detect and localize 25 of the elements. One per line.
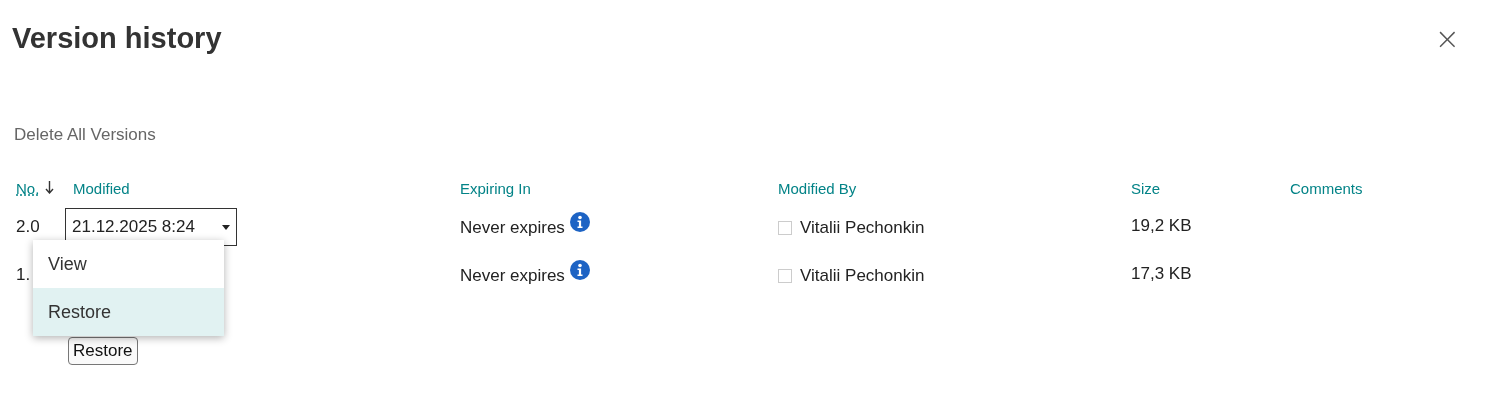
dialog-title: Version history: [12, 22, 222, 55]
version-number: 1.: [16, 265, 31, 285]
checkbox[interactable]: [778, 269, 792, 283]
column-header[interactable]: Modified By: [778, 179, 857, 197]
delete-all-link[interactable]: Delete All Versions: [14, 125, 156, 145]
checkbox[interactable]: [778, 221, 792, 235]
user-name[interactable]: Vitalii Pechonkin: [800, 266, 925, 286]
file-size: 19,2 KB: [1131, 215, 1193, 237]
expiry-text: Never expires: [460, 218, 565, 238]
info-icon[interactable]: [569, 212, 590, 232]
column-header[interactable]: Size: [1131, 179, 1161, 197]
caret-icon: [222, 224, 230, 230]
close-button[interactable]: ×: [1430, 23, 1464, 54]
expiry-text: Never expires: [460, 266, 565, 286]
file-size: 17,3 KB: [1131, 263, 1193, 285]
column-header[interactable]: Modified: [73, 179, 130, 197]
restore-button[interactable]: Restore: [68, 337, 138, 365]
column-header[interactable]: No.: [16, 179, 40, 197]
sort-down-icon: [45, 180, 55, 194]
column-header[interactable]: Comments: [1290, 179, 1363, 197]
user-name[interactable]: Vitalii Pechonkin: [800, 218, 925, 238]
column-header[interactable]: Expiring In: [460, 179, 531, 197]
version-number: 2.0: [16, 217, 40, 237]
info-icon[interactable]: [569, 260, 590, 280]
menu-item[interactable]: Restore: [33, 288, 224, 336]
